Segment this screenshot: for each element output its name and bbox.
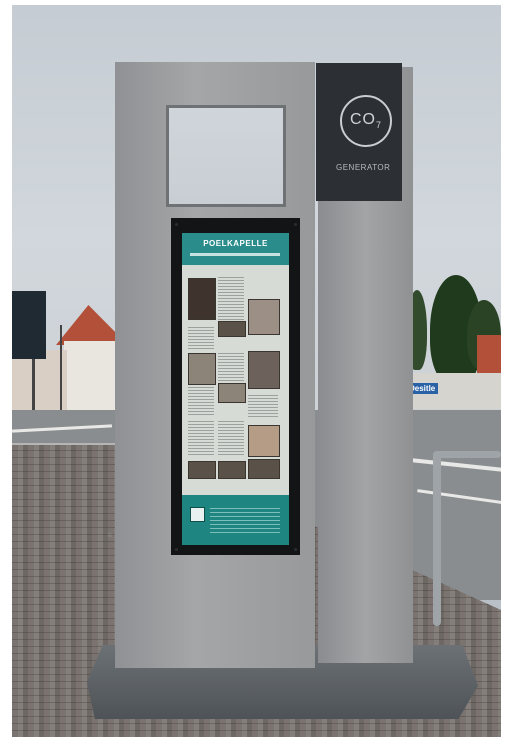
- text-block: [188, 387, 214, 415]
- photo-thumb: [218, 321, 246, 337]
- photo-thumb: [218, 383, 246, 403]
- panel-subtitle-line: [190, 253, 280, 256]
- panel-footer: [182, 495, 289, 545]
- railing: [433, 451, 441, 626]
- info-panel: POELKAPELLE: [182, 233, 289, 545]
- traffic-sign: [12, 291, 46, 359]
- photo-thumb: [248, 459, 280, 479]
- house-roof: [477, 335, 501, 375]
- slab-window: [166, 105, 286, 207]
- sign-post: [60, 325, 62, 420]
- qr-code-icon: [190, 507, 205, 522]
- text-block: [218, 421, 244, 455]
- photo-thumb: [218, 461, 246, 479]
- screw: [175, 548, 178, 551]
- panel-header: POELKAPELLE: [182, 233, 289, 265]
- photo-thumb: [188, 461, 216, 479]
- text-block: [188, 325, 214, 349]
- panel-title: POELKAPELLE: [203, 239, 268, 248]
- photo: Desitle CO7 GENERATOR POELKAPELLE: [12, 5, 501, 737]
- screw: [175, 223, 178, 226]
- map-image: [248, 425, 280, 457]
- screw: [294, 223, 297, 226]
- text-block: [248, 393, 278, 417]
- photo-thumb: [248, 299, 280, 335]
- screw: [294, 548, 297, 551]
- photo-thumb: [188, 353, 216, 385]
- house-wall: [12, 350, 67, 410]
- co7-logo-text: CO7: [350, 111, 383, 131]
- portrait-photo: [188, 278, 216, 320]
- text-block: [218, 353, 244, 381]
- document-photo: [248, 351, 280, 389]
- railing: [433, 451, 501, 458]
- footer-text: [210, 507, 280, 533]
- text-block: [188, 421, 214, 455]
- logo-caption: GENERATOR: [336, 163, 391, 172]
